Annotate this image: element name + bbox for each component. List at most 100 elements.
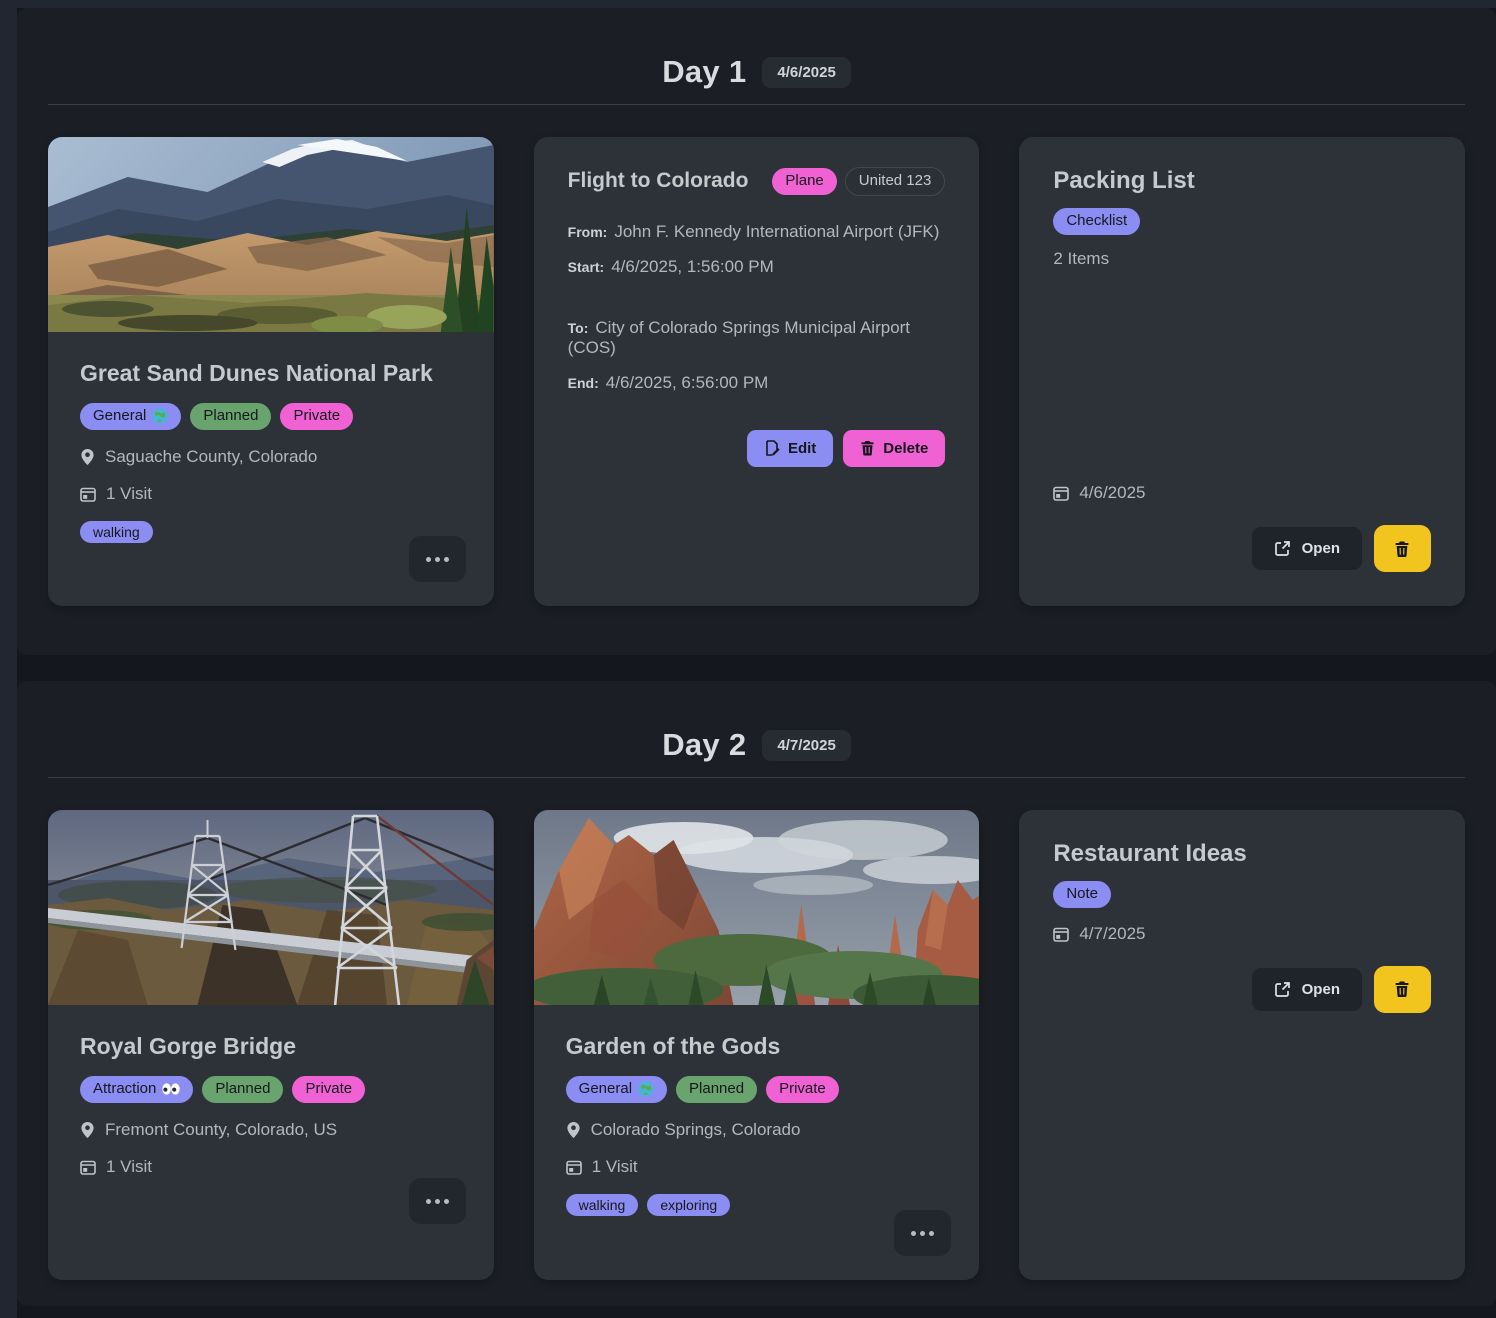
end-line: End: 4/6/2025, 6:56:00 PM	[568, 373, 946, 393]
edit-label: Edit	[788, 440, 816, 457]
visits-text: 1 Visit	[106, 484, 152, 504]
category-badge: Attraction	[80, 1076, 193, 1103]
location-text: Saguache County, Colorado	[105, 447, 317, 467]
trash-icon	[1394, 980, 1410, 998]
badge-row: General Planned Private	[80, 403, 462, 430]
note-card-body: Restaurant Ideas Note 4/7/2025 Open	[1019, 810, 1465, 1280]
open-label: Open	[1302, 981, 1340, 998]
ellipsis-icon	[426, 1199, 431, 1204]
open-label: Open	[1302, 540, 1340, 557]
transport-type-badge: Plane	[772, 168, 836, 195]
card-menu-button[interactable]	[894, 1210, 951, 1256]
place-card-body: Great Sand Dunes National Park General P…	[48, 332, 494, 606]
tag-row: walking exploring	[566, 1194, 948, 1216]
trash-icon	[860, 440, 875, 456]
map-pin-icon	[80, 448, 95, 466]
end-value: 4/6/2025, 6:56:00 PM	[606, 373, 769, 392]
from-line: From: John F. Kennedy International Airpo…	[568, 222, 946, 242]
day-1-date-badge: 4/6/2025	[762, 57, 850, 88]
checklist-type-badge: Checklist	[1053, 208, 1140, 235]
place-photo-garden-of-the-gods	[534, 810, 980, 1005]
delete-button[interactable]: Delete	[843, 430, 945, 467]
start-label: Start:	[568, 259, 605, 275]
day-2-title: Day 2	[662, 727, 746, 763]
checklist-date: 4/6/2025	[1079, 483, 1145, 503]
globe-icon	[152, 408, 168, 424]
map-pin-icon	[80, 1121, 95, 1139]
activity-tag: walking	[566, 1194, 639, 1216]
external-link-icon	[1274, 540, 1291, 557]
from-label: From:	[568, 224, 608, 240]
flight-header: Flight to Colorado Plane United 123	[568, 167, 946, 196]
note-date: 4/7/2025	[1079, 924, 1145, 944]
status-badge: Planned	[676, 1076, 757, 1103]
category-badge: General	[80, 403, 181, 430]
place-title: Royal Gorge Bridge	[80, 1033, 462, 1060]
activity-tag: exploring	[647, 1194, 730, 1216]
place-card-body: Garden of the Gods General Planned Priva…	[534, 1005, 980, 1280]
flight-title: Flight to Colorado	[568, 167, 749, 193]
card-menu-button[interactable]	[409, 536, 466, 582]
from-value: John F. Kennedy International Airport (J…	[614, 222, 939, 241]
place-title: Garden of the Gods	[566, 1033, 948, 1060]
category-badge: General	[566, 1076, 667, 1103]
note-date-row: 4/7/2025	[1053, 924, 1431, 944]
note-card-restaurant-ideas[interactable]: Restaurant Ideas Note 4/7/2025 Open	[1019, 810, 1465, 1280]
checklist-card-body: Packing List Checklist 2 Items 4/6/2025 …	[1019, 137, 1465, 606]
flight-number-badge: United 123	[845, 167, 946, 196]
day-1-header: Day 1 4/6/2025	[17, 8, 1496, 104]
start-value: 4/6/2025, 1:56:00 PM	[611, 257, 774, 276]
start-line: Start: 4/6/2025, 1:56:00 PM	[568, 257, 946, 277]
calendar-icon	[566, 1159, 582, 1175]
activity-tag: walking	[80, 521, 153, 543]
flight-actions: Edit Delete	[568, 430, 946, 467]
checklist-date-row: 4/6/2025	[1053, 483, 1431, 503]
card-menu-button[interactable]	[409, 1178, 466, 1224]
day-2-section: Day 2 4/7/2025	[17, 681, 1496, 1306]
location-text: Colorado Springs, Colorado	[591, 1120, 801, 1140]
ellipsis-icon	[911, 1231, 916, 1236]
visits-row: 1 Visit	[80, 484, 462, 504]
delete-note-button[interactable]	[1374, 966, 1431, 1013]
day-1-section: Day 1 4/6/2025	[17, 8, 1496, 655]
note-badge-row: Note	[1053, 881, 1431, 908]
place-photo-royal-gorge	[48, 810, 494, 1005]
day-1-cards: Great Sand Dunes National Park General P…	[17, 105, 1496, 606]
calendar-icon	[1053, 485, 1069, 501]
delete-checklist-button[interactable]	[1374, 525, 1431, 572]
to-line: To:City of Colorado Springs Municipal Ai…	[568, 318, 946, 358]
open-button[interactable]: Open	[1252, 968, 1362, 1011]
place-card-royal-gorge-bridge[interactable]: Royal Gorge Bridge Attraction Planned Pr…	[48, 810, 494, 1280]
itinerary-board: Day 1 4/6/2025	[17, 8, 1496, 1318]
place-photo-sand-dunes	[48, 137, 494, 332]
location-row: Colorado Springs, Colorado	[566, 1120, 948, 1140]
checklist-badge-row: Checklist	[1053, 208, 1431, 235]
open-button[interactable]: Open	[1252, 527, 1362, 570]
place-card-garden-of-the-gods[interactable]: Garden of the Gods General Planned Priva…	[534, 810, 980, 1280]
note-title: Restaurant Ideas	[1053, 840, 1431, 868]
status-badge: Planned	[202, 1076, 283, 1103]
delete-label: Delete	[883, 440, 928, 457]
note-type-badge: Note	[1053, 881, 1111, 908]
external-link-icon	[1274, 981, 1291, 998]
spacer	[1053, 269, 1431, 483]
edit-button[interactable]: Edit	[747, 430, 833, 467]
to-label: To:	[568, 320, 589, 336]
note-actions: Open	[1053, 966, 1431, 1013]
visibility-badge: Private	[280, 403, 353, 430]
visibility-badge: Private	[766, 1076, 839, 1103]
status-badge: Planned	[190, 403, 271, 430]
eyes-icon	[162, 1083, 180, 1095]
checklist-card-packing-list[interactable]: Packing List Checklist 2 Items 4/6/2025 …	[1019, 137, 1465, 606]
checklist-actions: Open	[1053, 525, 1431, 572]
flight-card[interactable]: Flight to Colorado Plane United 123 From…	[534, 137, 980, 606]
end-label: End:	[568, 375, 599, 391]
calendar-icon	[80, 1159, 96, 1175]
file-pen-icon	[764, 440, 780, 456]
visits-text: 1 Visit	[592, 1157, 638, 1177]
checklist-title: Packing List	[1053, 167, 1431, 195]
place-card-body: Royal Gorge Bridge Attraction Planned Pr…	[48, 1005, 494, 1280]
place-card-great-sand-dunes[interactable]: Great Sand Dunes National Park General P…	[48, 137, 494, 606]
items-count: 2 Items	[1053, 249, 1431, 269]
visits-text: 1 Visit	[106, 1157, 152, 1177]
